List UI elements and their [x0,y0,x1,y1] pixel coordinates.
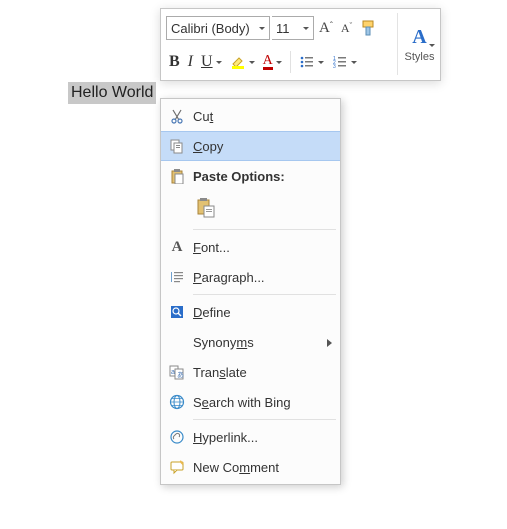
styles-label: Styles [405,51,435,63]
chevron-down-icon [318,61,324,64]
document-selection[interactable]: Hello World [68,82,156,104]
hyperlink-icon [169,429,185,445]
paste-keep-source-icon [196,198,216,218]
menu-item-font[interactable]: A Font... [161,232,340,262]
paste-keep-source-button[interactable] [193,195,219,221]
format-painter-icon [360,19,378,37]
menu-separator [193,229,336,230]
search-icon [169,394,185,410]
font-size-combo[interactable]: 11 [272,16,314,40]
underline-button[interactable]: U [198,50,225,74]
font-name-value: Calibri (Body) [171,21,250,36]
separator [290,51,291,73]
shrink-font-icon: Aˇ [341,21,352,36]
menu-item-search-bing[interactable]: Search with Bing [161,387,340,417]
menu-item-copy[interactable]: Copy [161,131,340,161]
copy-icon [169,138,185,154]
svg-text:あ: あ [177,371,184,379]
styles-icon: A [412,26,426,49]
paste-icon [169,168,185,184]
bold-button[interactable]: B [166,50,183,74]
styles-button[interactable]: A Styles [397,13,435,75]
grow-font-icon: Aˆ [319,20,333,37]
chevron-down-icon [429,44,435,47]
svg-text:a: a [171,369,175,376]
define-icon [169,304,185,320]
highlight-icon [230,54,246,70]
underline-icon: U [201,53,213,71]
font-a-icon: A [172,239,183,256]
paragraph-icon [169,269,185,285]
chevron-down-icon [249,61,255,64]
menu-item-define[interactable]: Define [161,297,340,327]
chevron-down-icon [351,61,357,64]
bullets-button[interactable] [296,50,327,74]
menu-item-translate[interactable]: aあ Translate [161,357,340,387]
svg-text:3: 3 [333,64,336,70]
shrink-font-button[interactable]: Aˇ [338,16,355,40]
chevron-right-icon [327,339,332,347]
italic-button[interactable]: I [185,50,196,74]
italic-icon: I [188,53,193,71]
font-size-value: 11 [276,21,290,36]
numbering-button[interactable]: 1 2 3 [329,50,360,74]
menu-item-cut[interactable]: Cut [161,101,340,131]
context-menu: Cut Copy Paste Options: A Font... Paragr… [160,98,341,485]
cut-icon [169,108,185,124]
format-painter-button[interactable] [357,16,381,40]
grow-font-button[interactable]: Aˆ [316,16,336,40]
chevron-down-icon [303,27,309,30]
menu-item-hyperlink[interactable]: Hyperlink... [161,422,340,452]
bold-icon: B [169,53,180,71]
highlight-color-button[interactable] [227,50,258,74]
menu-item-new-comment[interactable]: New Comment [161,452,340,482]
menu-item-paragraph[interactable]: Paragraph... [161,262,340,292]
chevron-down-icon [276,61,282,64]
font-color-icon: A [263,55,273,70]
menu-separator [193,294,336,295]
font-name-combo[interactable]: Calibri (Body) [166,16,270,40]
font-color-button[interactable]: A [260,50,285,74]
menu-item-paste-options-header: Paste Options: [161,161,340,191]
mini-toolbar: Calibri (Body) 11 Aˆ Aˇ [160,8,441,81]
chevron-down-icon [216,61,222,64]
chevron-down-icon [259,27,265,30]
menu-separator [193,419,336,420]
menu-item-synonyms[interactable]: Synonyms [161,327,340,357]
translate-icon: aあ [169,364,185,380]
paste-options-row [161,191,340,227]
bullets-icon [299,54,315,70]
numbering-icon: 1 2 3 [332,54,348,70]
comment-icon [169,459,185,475]
